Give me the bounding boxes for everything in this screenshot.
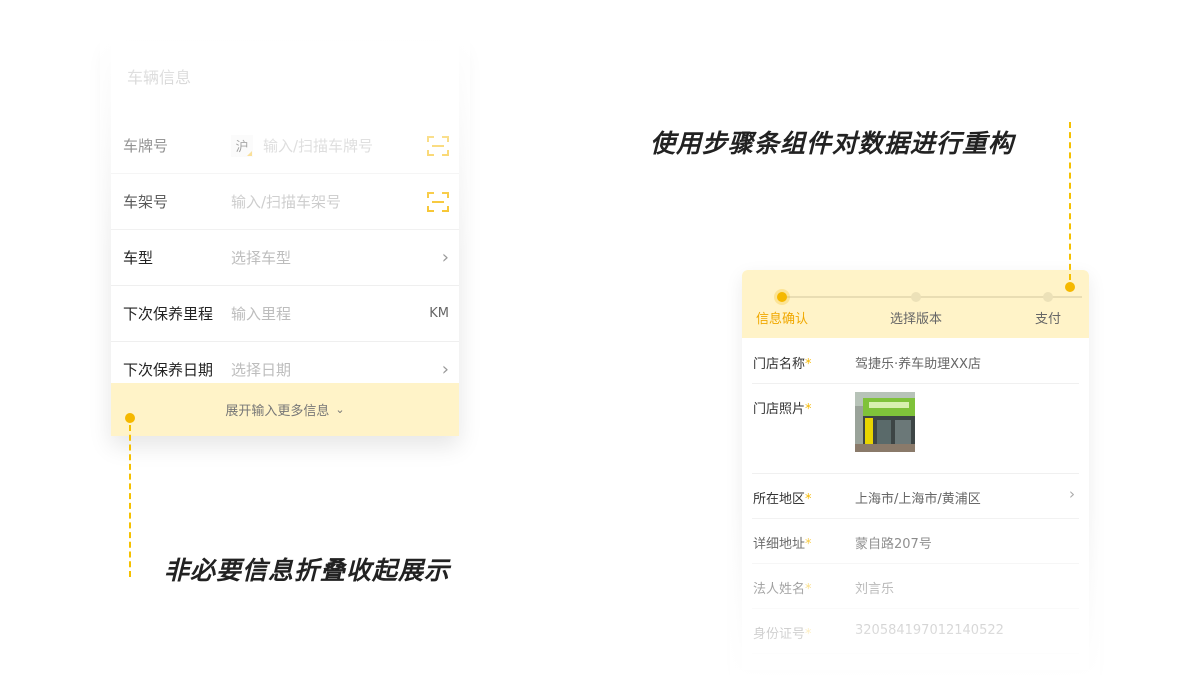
annotation-line <box>1069 122 1071 280</box>
legal-name-row: 法人姓名* 刘言乐 <box>752 564 1079 609</box>
vehicle-info-card: 车辆信息 车牌号 沪 输入/扫描车牌号 车架号 输入/扫描车架号 车型 选择车型… <box>111 42 459 436</box>
mileage-row[interactable]: 下次保养里程 输入里程 KM <box>111 286 459 342</box>
chevron-down-icon: ⌄ <box>335 403 345 416</box>
store-name-value: 驾捷乐·养车助理XX店 <box>855 357 981 372</box>
vin-label: 车架号 <box>123 193 169 211</box>
scan-icon[interactable] <box>427 191 449 212</box>
chevron-right-icon: › <box>441 359 449 380</box>
step-dot-payment <box>1043 292 1053 302</box>
maintenance-date-select[interactable]: 选择日期 <box>231 359 291 380</box>
steps-caption: 使用步骤条组件对数据进行重构 <box>650 129 1015 158</box>
address-row: 详细地址* 蒙自路207号 <box>752 519 1079 564</box>
store-name-row: 门店名称* 驾捷乐·养车助理XX店 <box>752 338 1079 384</box>
region-row[interactable]: 所在地区* 上海市/上海市/黄浦区 › <box>752 474 1079 519</box>
store-photo-row: 门店照片* <box>752 384 1079 474</box>
store-name-label: 门店名称* <box>753 357 812 372</box>
address-value: 蒙自路207号 <box>855 537 932 552</box>
region-label: 所在地区* <box>753 492 812 507</box>
expand-more-button[interactable]: 展开输入更多信息 ⌄ <box>111 383 459 436</box>
store-photo-thumbnail[interactable] <box>855 392 915 452</box>
mileage-input[interactable]: 输入里程 <box>231 303 291 324</box>
chevron-right-icon: › <box>1069 485 1075 503</box>
car-model-select[interactable]: 选择车型 <box>231 247 291 268</box>
plate-number-input[interactable]: 输入/扫描车牌号 <box>263 135 373 156</box>
step-dot-info-confirm <box>777 292 787 302</box>
car-model-label: 车型 <box>123 249 154 267</box>
expand-more-label: 展开输入更多信息 <box>225 404 330 419</box>
fold-caption: 非必要信息折叠收起展示 <box>164 556 451 585</box>
legal-name-value: 刘言乐 <box>855 582 895 597</box>
step-select-version[interactable]: 选择版本 <box>890 308 942 327</box>
plate-number-row[interactable]: 车牌号 沪 输入/扫描车牌号 <box>111 118 459 174</box>
id-number-row: 身份证号* 320584197012140522 <box>752 609 1079 654</box>
vehicle-info-title: 车辆信息 <box>127 68 192 87</box>
step-bar: 信息确认 选择版本 支付 <box>742 270 1089 338</box>
chevron-right-icon: › <box>441 247 449 268</box>
annotation-dot <box>125 413 135 423</box>
scan-icon[interactable] <box>427 135 449 156</box>
address-label: 详细地址* <box>753 537 812 552</box>
plate-province-selector[interactable]: 沪 <box>231 134 253 157</box>
annotation-dot <box>1065 282 1075 292</box>
vin-row[interactable]: 车架号 输入/扫描车架号 <box>111 174 459 230</box>
legal-name-label: 法人姓名* <box>753 582 812 597</box>
car-model-row[interactable]: 车型 选择车型 › <box>111 230 459 286</box>
annotation-line <box>129 425 131 577</box>
id-number-label: 身份证号* <box>753 627 812 642</box>
store-photo-label: 门店照片* <box>753 402 812 417</box>
maintenance-date-label: 下次保养日期 <box>123 361 214 379</box>
step-info-confirm[interactable]: 信息确认 <box>756 308 808 327</box>
step-dot-select-version <box>911 292 921 302</box>
step-track <box>782 296 1082 298</box>
region-value[interactable]: 上海市/上海市/黄浦区 <box>855 488 981 507</box>
mileage-unit: KM <box>429 306 449 321</box>
plate-number-label: 车牌号 <box>123 137 169 155</box>
store-info-card: 信息确认 选择版本 支付 门店名称* 驾捷乐·养车助理XX店 门店照片* 所在地… <box>742 270 1089 670</box>
vin-input[interactable]: 输入/扫描车架号 <box>231 191 341 212</box>
step-payment[interactable]: 支付 <box>1035 308 1061 327</box>
id-number-value: 320584197012140522 <box>855 623 1004 638</box>
mileage-label: 下次保养里程 <box>123 305 214 323</box>
